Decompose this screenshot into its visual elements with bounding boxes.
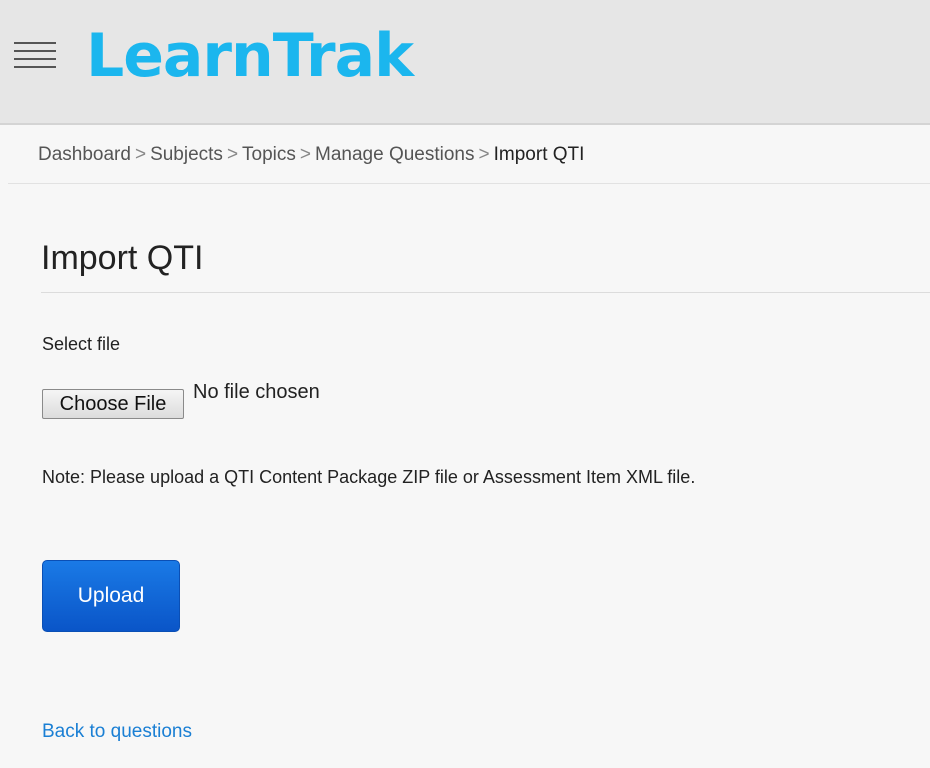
breadcrumb-topics[interactable]: Topics: [242, 144, 296, 165]
title-divider: [41, 292, 930, 293]
hamburger-menu-icon[interactable]: [14, 42, 56, 74]
select-file-label: Select file: [42, 334, 121, 354]
upload-note: Note: Please upload a QTI Content Packag…: [42, 467, 696, 487]
app-logo[interactable]: LearnTrak: [86, 18, 414, 94]
back-to-questions-link[interactable]: Back to questions: [42, 720, 192, 744]
upload-button[interactable]: Upload: [42, 560, 180, 632]
top-header: LearnTrak: [0, 0, 930, 125]
file-status-text: No file chosen: [193, 381, 320, 403]
breadcrumb-dashboard[interactable]: Dashboard: [38, 144, 131, 165]
breadcrumb-subjects[interactable]: Subjects: [150, 144, 223, 165]
breadcrumb-divider: [8, 183, 930, 184]
breadcrumb-separator: >: [134, 144, 147, 165]
breadcrumb-separator: >: [299, 144, 312, 165]
breadcrumb-separator: >: [226, 144, 239, 165]
breadcrumb-separator: >: [478, 144, 490, 165]
breadcrumb-manage-questions[interactable]: Manage Questions: [315, 144, 475, 165]
breadcrumb-import-qti: Import QTI: [493, 144, 585, 165]
breadcrumb: Dashboard > Subjects > Topics > Manage Questio…: [38, 142, 584, 168]
page-title: Import QTI: [41, 239, 204, 277]
choose-file-button[interactable]: Choose File: [42, 389, 184, 419]
